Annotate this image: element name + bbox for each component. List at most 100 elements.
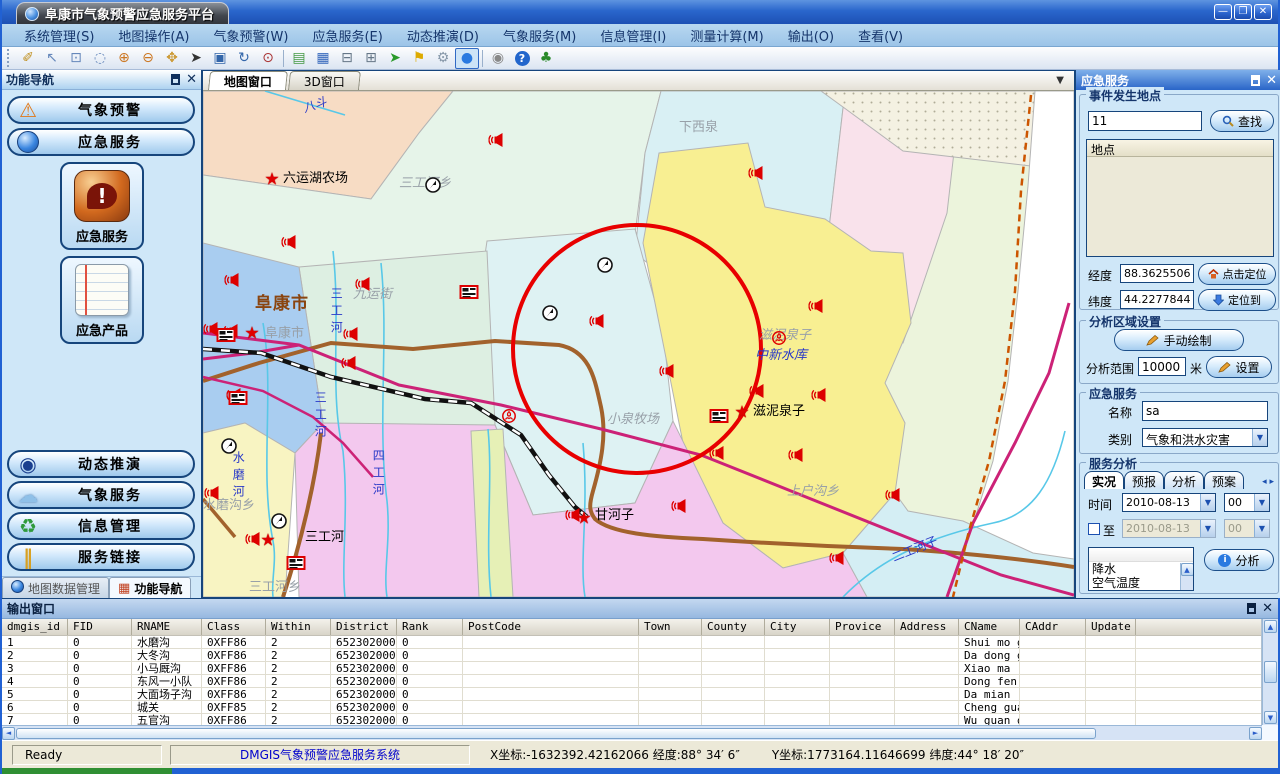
column-header-FID[interactable]: FID [68,619,132,635]
column-header-Update[interactable]: Update [1086,619,1136,635]
table-row[interactable]: 50大面场子沟0XFF8626523020000Da mian ... [2,688,1261,701]
scroll-right-icon[interactable]: ► [1249,727,1262,740]
goto-location-button[interactable]: 定位到 [1198,289,1276,311]
table-row[interactable]: 70五官沟0XFF8626523020000Wu guan gou [2,714,1261,725]
toolbar-grip[interactable] [7,49,13,67]
close-button[interactable]: ✕ [1254,4,1272,20]
column-header-Address[interactable]: Address [895,619,959,635]
sidebar-nav-info[interactable]: ♻信息管理 [7,512,195,540]
location-list[interactable]: 地点 [1086,139,1274,257]
menu-item-气象预警[interactable]: 气象预警(W) [201,24,300,47]
scrollbar-thumb[interactable] [16,728,1096,739]
click-locate-button[interactable]: 点击定位 [1198,263,1276,285]
menu-item-气象服务[interactable]: 气象服务(M) [491,24,588,47]
hour-select[interactable]: 00 ▼ [1224,493,1270,512]
measure-icon[interactable]: ✐ [16,48,40,69]
minimize-button[interactable]: — [1214,4,1232,20]
map-window-menu-button[interactable]: ▼ [1056,75,1064,86]
pin-icon[interactable] [1247,603,1256,614]
column-header-Class[interactable]: Class [202,619,266,635]
map-tab-active[interactable]: 地图窗口 [208,71,288,90]
close-icon[interactable]: ✕ [186,73,197,86]
analyze-button[interactable]: i 分析 [1204,549,1274,571]
to-checkbox[interactable] [1088,523,1100,535]
zoom-out-icon[interactable]: ⊖ [136,48,160,69]
column-header-Rank[interactable]: Rank [397,619,463,635]
weather-list-item[interactable]: 降水 [1089,562,1180,576]
analysis-tab-3[interactable]: 分析 [1164,471,1204,489]
latitude-input[interactable] [1120,290,1194,309]
map-tab-inactive[interactable]: 3D窗口 [288,71,361,90]
sidebar-nav-link[interactable]: ‖服务链接 [7,543,195,571]
pointer-icon[interactable]: ➤ [184,48,208,69]
maximize-button[interactable]: ❐ [1234,4,1252,20]
weather-element-list[interactable]: 降水空气温度 ▲ [1088,547,1194,591]
pin-icon[interactable] [171,74,180,85]
sidebar-tab-globe2[interactable]: 地图数据管理 [2,577,109,598]
analysis-range-input[interactable] [1138,357,1186,376]
scroll-down-icon[interactable]: ▼ [1264,711,1277,724]
print-setup-icon[interactable]: ⊞ [359,48,383,69]
full-extent-icon[interactable]: ▣ [208,48,232,69]
column-header-PostCode[interactable]: PostCode [463,619,639,635]
longitude-input[interactable] [1120,264,1194,283]
weather-list-item[interactable]: 空气温度 [1089,576,1180,590]
location-search-input[interactable] [1088,111,1202,131]
scroll-left-icon[interactable]: ◄ [2,727,15,740]
column-header-Town[interactable]: Town [639,619,702,635]
menu-item-查看[interactable]: 查看(V) [846,24,915,47]
menu-item-输出[interactable]: 输出(O) [776,24,846,47]
map-canvas[interactable]: 八斗下西泉三工河乡六运湖农场九运街阜康市阜康市滋泥泉子中新水库滋泥泉子小泉牧场上… [203,91,1074,597]
table-row[interactable]: 60城关0XFF8526523020000Cheng guan [2,701,1261,714]
print-icon[interactable]: ⊟ [335,48,359,69]
select-circle-icon[interactable]: ◌ [88,48,112,69]
menu-item-信息管理[interactable]: 信息管理(I) [588,24,678,47]
sidebar-nav-warn[interactable]: ⚠气象预警 [7,96,195,124]
column-header-County[interactable]: County [702,619,765,635]
column-header-CAddr[interactable]: CAddr [1020,619,1086,635]
sidebar-tab-grid[interactable]: ▦功能导航 [109,577,191,598]
close-icon[interactable]: ✕ [1262,602,1273,615]
date-select[interactable]: 2010-08-13 ▼ [1122,493,1216,512]
analysis-tab-2[interactable]: 预报 [1124,471,1164,489]
analysis-tab-1[interactable]: 实况 [1084,471,1124,489]
menu-item-动态推演[interactable]: 动态推演(D) [395,24,491,47]
zoom-in-icon[interactable]: ⊕ [112,48,136,69]
identify-icon[interactable]: ⊙ [256,48,280,69]
help-icon[interactable]: ? [510,48,534,69]
column-header-Provice[interactable]: Provice [830,619,895,635]
table-row[interactable]: 20大冬沟0XFF8626523020000Da dong gou [2,649,1261,662]
column-header-dmgis_id[interactable]: dmgis_id [2,619,68,635]
menu-item-测量计算[interactable]: 测量计算(M) [678,24,775,47]
sidebar-nav-reel[interactable]: ◉动态推演 [7,450,195,478]
menu-item-地图操作[interactable]: 地图操作(A) [106,24,201,47]
set-range-button[interactable]: 设置 [1206,356,1272,378]
date-to-select[interactable]: 2010-08-13 ▼ [1122,519,1216,538]
poi-icon[interactable]: ⚑ [407,48,431,69]
horizontal-scrollbar[interactable]: ◄ ► [2,725,1262,740]
column-header-Within[interactable]: Within [266,619,331,635]
service-name-input[interactable] [1142,401,1268,421]
scroll-up-icon[interactable]: ▲ [1264,620,1277,633]
manual-draw-button[interactable]: 手动绘制 [1114,329,1244,351]
close-icon[interactable]: ✕ [1266,74,1277,87]
sidebar-nav-cloud[interactable]: ☁气象服务 [7,481,195,509]
layers-icon[interactable]: ▤ [287,48,311,69]
select-rect-icon[interactable]: ⊡ [64,48,88,69]
column-header-CName[interactable]: CName [959,619,1020,635]
service-type-select[interactable]: 气象和洪水灾害 ▼ [1142,428,1268,447]
hour-to-select[interactable]: 00 ▼ [1224,519,1270,538]
big-button-notepad[interactable]: 应急产品 [60,256,144,344]
scroll-up-icon[interactable]: ▲ [1181,563,1194,576]
select-feature-icon[interactable]: ➤ [383,48,407,69]
export-map-icon[interactable]: ▦ [311,48,335,69]
column-header-District[interactable]: District [331,619,397,635]
refresh-icon[interactable]: ↻ [232,48,256,69]
search-button[interactable]: 查找 [1210,110,1274,132]
table-row[interactable]: 30小马厩沟0XFF8626523020000Xiao ma ... [2,662,1261,675]
pin-icon[interactable] [1251,75,1260,86]
scene-icon[interactable]: ♣ [534,48,558,69]
tab-scroll-buttons[interactable]: ◂ ▸ [1262,477,1274,487]
table-row[interactable]: 40东风一小队0XFF8626523020000Dong fen... [2,675,1261,688]
analysis-tab-4[interactable]: 预案 [1204,471,1244,489]
